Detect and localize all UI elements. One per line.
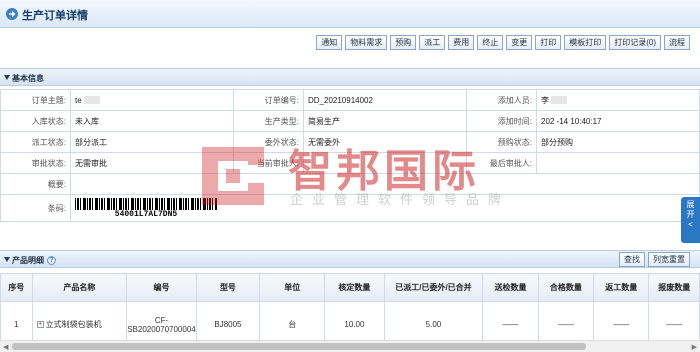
inbound-value: 未入库 bbox=[70, 110, 234, 132]
workflow-button[interactable]: 流程 bbox=[664, 35, 690, 50]
product-code-line2: SB2020070700004 bbox=[127, 324, 196, 334]
reset-column-width-button[interactable]: 列宽重置 bbox=[648, 252, 690, 267]
approval-value: 无需审批 bbox=[70, 152, 234, 174]
dispatch-value: 部分派工 bbox=[70, 131, 234, 153]
column-header[interactable]: 送检数量 bbox=[482, 273, 539, 302]
expand-plus-icon[interactable]: + bbox=[36, 321, 44, 329]
product-detail-title: 产品明细? bbox=[12, 255, 56, 266]
order-no-label: 订单编号: bbox=[233, 89, 304, 111]
approval-label: 审批状态: bbox=[0, 152, 71, 174]
subject-text: te bbox=[75, 95, 82, 105]
info-row: 审批状态: 无需审批 当前审批人: 最后审批人: bbox=[0, 152, 700, 174]
arrow-right-icon bbox=[6, 8, 18, 20]
added-time-label: 添加时间: bbox=[466, 110, 537, 132]
prepurchase-button[interactable]: 预购 bbox=[390, 35, 417, 50]
added-by-label: 添加人员: bbox=[466, 89, 537, 111]
info-row: 入库状态: 未入库 生产类型: 简易生产 添加时间: 202 -14 10:40… bbox=[0, 110, 700, 132]
column-header[interactable]: 返工数量 bbox=[593, 273, 650, 302]
dispatch-button[interactable]: 派工 bbox=[419, 35, 446, 50]
terminate-button[interactable]: 终止 bbox=[477, 35, 504, 50]
last-approver-label: 最后审批人: bbox=[466, 152, 537, 174]
column-header[interactable]: 产品名称 bbox=[31, 273, 128, 302]
print-button[interactable]: 打印 bbox=[535, 35, 562, 50]
summary-label: 概要: bbox=[0, 173, 71, 195]
subject-value: te bbox=[70, 89, 234, 111]
action-toolbar: 通知 物料需求 预购 派工 费用 终止 变更 打印 模板打印 打印记录(0) 流… bbox=[316, 35, 690, 50]
print-history-button[interactable]: 打印记录(0) bbox=[609, 35, 661, 50]
added-time-value: 202 -14 10:40:17 bbox=[536, 110, 700, 132]
scroll-left-icon[interactable]: ◀ bbox=[3, 344, 8, 351]
search-button[interactable]: 查找 bbox=[619, 252, 645, 267]
info-row: 条码: 54001L7AL7DN5 bbox=[0, 194, 700, 222]
title-bar: 生产订单详情 bbox=[0, 0, 700, 28]
column-header[interactable]: 编号 bbox=[126, 273, 197, 302]
basic-info-table: 订单主题: te 订单编号: DD_20210914002 添加人员: 李 入库… bbox=[0, 89, 700, 222]
horizontal-scrollbar[interactable]: ◀ ▶ bbox=[0, 340, 700, 352]
material-demand-button[interactable]: 物料需求 bbox=[345, 35, 388, 50]
template-print-button[interactable]: 模板打印 bbox=[564, 35, 607, 50]
sidetab-char: 展 bbox=[686, 200, 695, 209]
column-header[interactable]: 报废数量 bbox=[648, 273, 700, 302]
added-by-text: 李 bbox=[541, 95, 549, 105]
scroll-right-icon[interactable]: ▶ bbox=[692, 344, 697, 351]
page-title: 生产订单详情 bbox=[22, 10, 88, 22]
barcode: 54001L7AL7DN5 bbox=[75, 197, 217, 220]
chevron-left-icon: < bbox=[688, 220, 693, 229]
dispatch-label: 派工状态: bbox=[0, 131, 71, 153]
barcode-cell: 54001L7AL7DN5 bbox=[70, 194, 700, 222]
prod-type-label: 生产类型: bbox=[233, 110, 304, 132]
column-header[interactable]: 单位 bbox=[259, 273, 326, 302]
product-code-line1: CF- bbox=[154, 315, 169, 325]
info-row: 订单主题: te 订单编号: DD_20210914002 添加人员: 李 bbox=[0, 89, 700, 111]
last-approver-value bbox=[536, 152, 700, 174]
prepurchase-label: 预购状态: bbox=[466, 131, 537, 153]
notify-button[interactable]: 通知 bbox=[316, 35, 343, 50]
outsource-value: 无需委外 bbox=[303, 131, 467, 153]
info-row: 派工状态: 部分派工 委外状态: 无需委外 预购状态: 部分预购 bbox=[0, 131, 700, 153]
redacted-block bbox=[83, 96, 100, 105]
column-header[interactable]: 已派工/已委外/已合并 bbox=[383, 273, 484, 302]
collapse-triangle-icon bbox=[4, 75, 10, 80]
summary-value bbox=[70, 173, 700, 195]
product-detail-header[interactable]: 产品明细? bbox=[0, 250, 700, 268]
basic-info-header[interactable]: 基本信息 bbox=[0, 68, 700, 86]
subject-label: 订单主题: bbox=[0, 89, 71, 111]
barcode-bars bbox=[75, 197, 217, 210]
current-approver-label: 当前审批人: bbox=[233, 152, 304, 174]
column-header[interactable]: 合格数量 bbox=[537, 273, 595, 302]
added-by-value: 李 bbox=[536, 89, 700, 111]
table-header-row: 序号 产品名称 编号 型号 单位 核定数量 已派工/已委外/已合并 送检数量 合… bbox=[0, 273, 700, 302]
change-button[interactable]: 变更 bbox=[506, 35, 533, 50]
expand-side-tab[interactable]: 展 开 < bbox=[681, 197, 700, 243]
redacted-block bbox=[551, 96, 567, 105]
column-header[interactable]: 核定数量 bbox=[324, 273, 385, 302]
order-no-value: DD_20210914002 bbox=[303, 89, 467, 111]
column-header[interactable]: 型号 bbox=[195, 273, 261, 302]
barcode-label: 条码: bbox=[0, 194, 71, 222]
product-name[interactable]: 立式制袋包装机 bbox=[46, 320, 102, 329]
scrollbar-thumb[interactable] bbox=[12, 343, 586, 350]
basic-info-title: 基本信息 bbox=[12, 74, 44, 83]
barcode-text: 54001L7AL7DN5 bbox=[114, 209, 178, 219]
prod-type-value: 简易生产 bbox=[303, 110, 467, 132]
info-row: 概要: bbox=[0, 173, 700, 195]
product-table: 序号 产品名称 编号 型号 单位 核定数量 已派工/已委外/已合并 送检数量 合… bbox=[0, 273, 700, 348]
help-icon[interactable]: ? bbox=[47, 256, 56, 266]
collapse-triangle-icon bbox=[4, 257, 10, 262]
inbound-label: 入库状态: bbox=[0, 110, 71, 132]
column-header[interactable]: 序号 bbox=[0, 273, 33, 302]
outsource-label: 委外状态: bbox=[233, 131, 304, 153]
cost-button[interactable]: 费用 bbox=[448, 35, 475, 50]
current-approver-value bbox=[303, 152, 467, 174]
prepurchase-value: 部分预购 bbox=[536, 131, 700, 153]
sidetab-char: 开 bbox=[686, 210, 695, 219]
product-toolbar: 查找 列宽重置 bbox=[619, 252, 690, 267]
product-detail-title-text: 产品明细 bbox=[12, 256, 44, 265]
